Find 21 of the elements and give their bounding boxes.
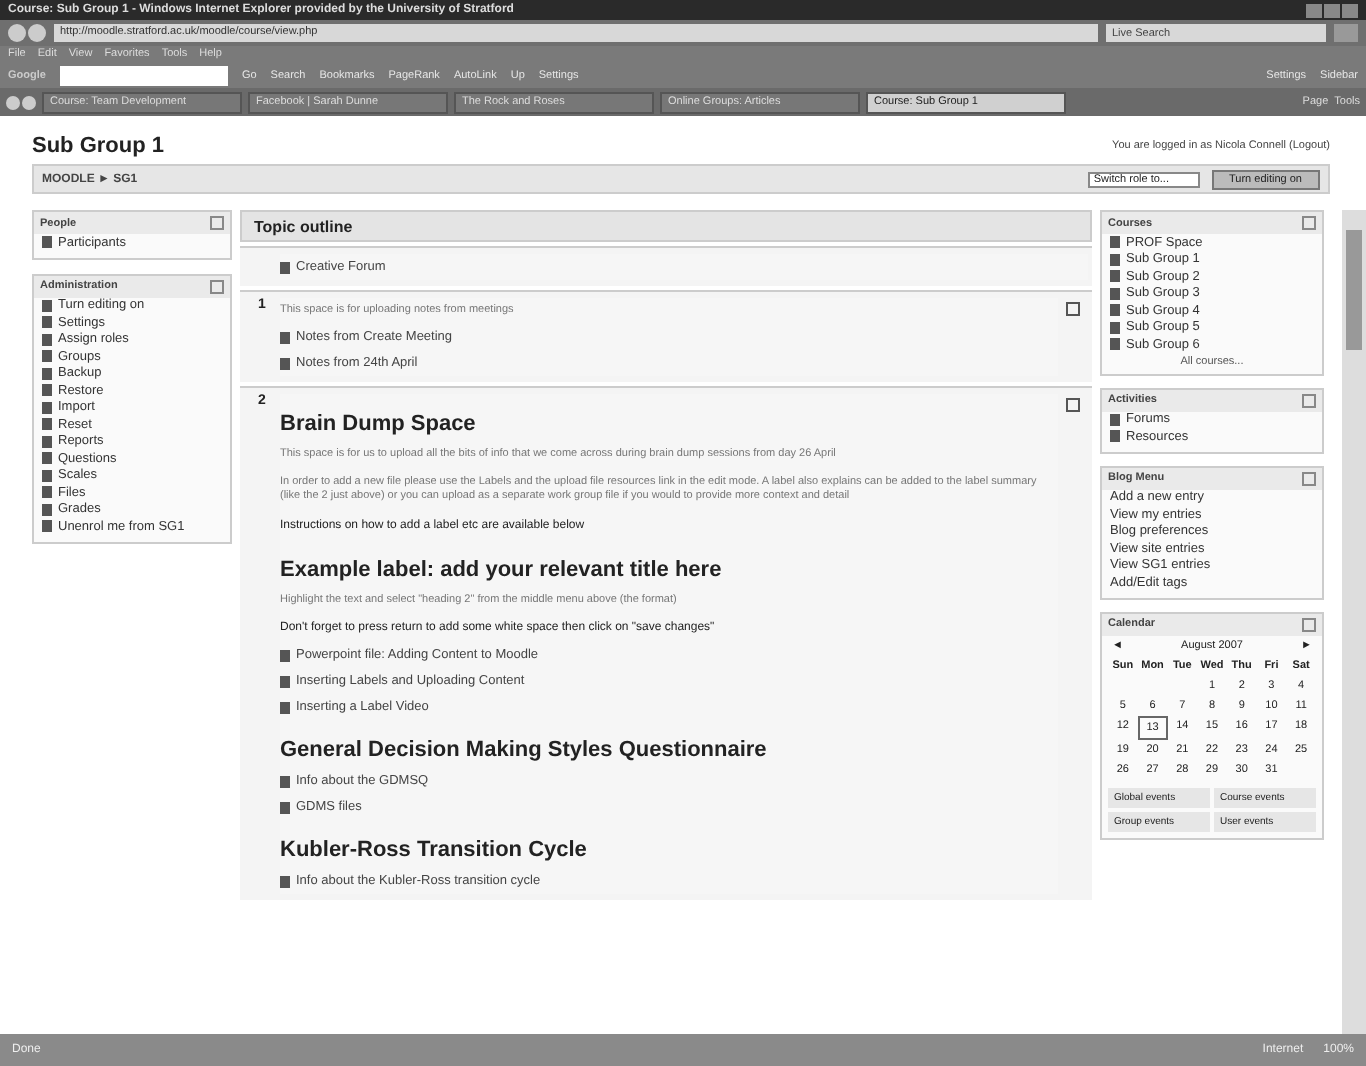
- google-search-field[interactable]: [59, 65, 228, 85]
- collapse-icon[interactable]: [210, 279, 224, 293]
- collapse-icon[interactable]: [210, 216, 224, 230]
- section-title: Topic outline: [254, 217, 353, 235]
- resource-icon: [280, 875, 290, 888]
- collapse-icon[interactable]: [1302, 216, 1316, 230]
- section-heading: Example label: add your relevant title here: [280, 557, 724, 582]
- collapse-icon[interactable]: [1302, 393, 1316, 407]
- scrollbar[interactable]: [1342, 210, 1366, 1034]
- section-toggle-icon[interactable]: [1066, 398, 1080, 413]
- back-forward-icon[interactable]: [8, 24, 46, 42]
- collapse-icon[interactable]: [1302, 471, 1316, 485]
- section-heading: Kubler-Ross Transition Cycle: [280, 838, 589, 863]
- section-heading: Brain Dump Space: [280, 412, 478, 437]
- section-heading: General Decision Making Styles Questionnaire: [280, 738, 769, 763]
- item-icon: [42, 236, 52, 249]
- collapse-icon[interactable]: [1302, 617, 1316, 631]
- course-title: Sub Group 1: [32, 134, 164, 158]
- window-controls-icon[interactable]: [1306, 3, 1358, 17]
- resource-icon: [280, 261, 290, 273]
- section-toggle-icon[interactable]: [1066, 302, 1080, 316]
